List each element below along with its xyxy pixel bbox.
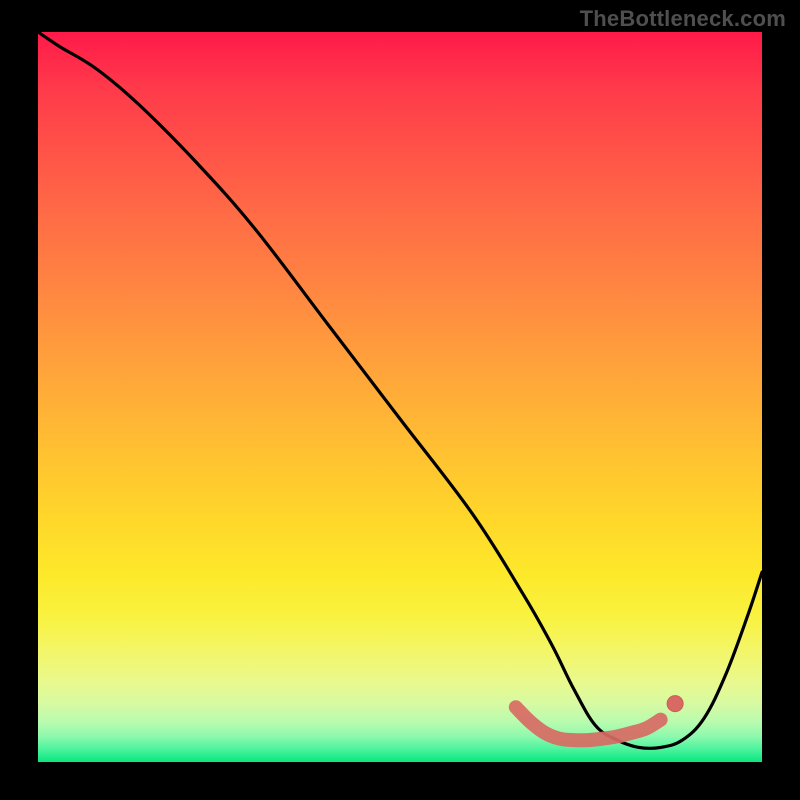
optimal-point-marker <box>667 696 683 712</box>
watermark-text: TheBottleneck.com <box>580 6 786 32</box>
chart-svg <box>38 32 762 762</box>
bottleneck-curve <box>38 32 762 748</box>
chart-container: TheBottleneck.com <box>0 0 800 800</box>
plot-area <box>38 32 762 762</box>
